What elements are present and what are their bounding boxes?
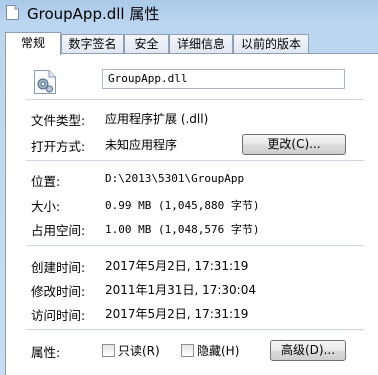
tab-strip: 常规 数字签名 安全 详细信息 以前的版本 bbox=[5, 32, 378, 55]
divider bbox=[26, 99, 364, 100]
size-on-disk-label: 占用空间: bbox=[31, 223, 86, 238]
divider bbox=[26, 245, 364, 246]
window-title: GroupApp.dll 属性 bbox=[27, 5, 160, 23]
divider bbox=[26, 160, 364, 161]
hidden-checkbox[interactable] bbox=[181, 344, 194, 357]
readonly-label: 只读(R) bbox=[118, 344, 160, 358]
hidden-label: 隐藏(H) bbox=[197, 344, 240, 358]
tab-general[interactable]: 常规 bbox=[5, 32, 61, 55]
title-bar[interactable]: GroupApp.dll 属性 bbox=[0, 0, 378, 26]
file-type-value: 应用程序扩展 (.dll) bbox=[105, 112, 209, 126]
opens-with-label: 打开方式: bbox=[31, 139, 86, 154]
created-value: 2017年5月2日, 17:31:19 bbox=[105, 259, 249, 273]
size-label: 大小: bbox=[31, 199, 61, 214]
divider bbox=[26, 329, 364, 330]
opens-with-value: 未知应用程序 bbox=[105, 138, 178, 152]
file-icon bbox=[6, 5, 19, 20]
modified-value: 2011年1月31日, 17:30:04 bbox=[105, 283, 256, 297]
tab-security[interactable]: 安全 bbox=[124, 34, 169, 53]
size-value: 0.99 MB (1,045,880 字节) bbox=[105, 199, 260, 212]
modified-label: 修改时间: bbox=[31, 284, 86, 299]
advanced-button[interactable]: 高级(D)... bbox=[270, 340, 346, 361]
dll-file-icon bbox=[34, 70, 56, 94]
tab-previous-versions[interactable]: 以前的版本 bbox=[233, 34, 309, 53]
accessed-label: 访问时间: bbox=[31, 308, 86, 323]
tab-details[interactable]: 详细信息 bbox=[169, 34, 233, 53]
file-type-label: 文件类型: bbox=[31, 113, 86, 128]
readonly-checkbox[interactable] bbox=[102, 344, 115, 357]
size-on-disk-value: 1.00 MB (1,048,576 字节) bbox=[105, 223, 260, 236]
created-label: 创建时间: bbox=[31, 260, 86, 275]
location-label: 位置: bbox=[31, 174, 61, 189]
filename-field[interactable]: GroupApp.dll bbox=[102, 69, 345, 89]
tab-digital-signatures[interactable]: 数字签名 bbox=[61, 34, 124, 53]
accessed-value: 2017年5月2日, 17:31:19 bbox=[105, 307, 249, 321]
change-button[interactable]: 更改(C)... bbox=[242, 134, 346, 155]
attributes-label: 属性: bbox=[31, 345, 61, 360]
general-panel: GroupApp.dll 文件类型: 应用程序扩展 (.dll) 打开方式: 未… bbox=[5, 53, 378, 375]
location-value: D:\2013\5301\GroupApp bbox=[105, 172, 245, 185]
